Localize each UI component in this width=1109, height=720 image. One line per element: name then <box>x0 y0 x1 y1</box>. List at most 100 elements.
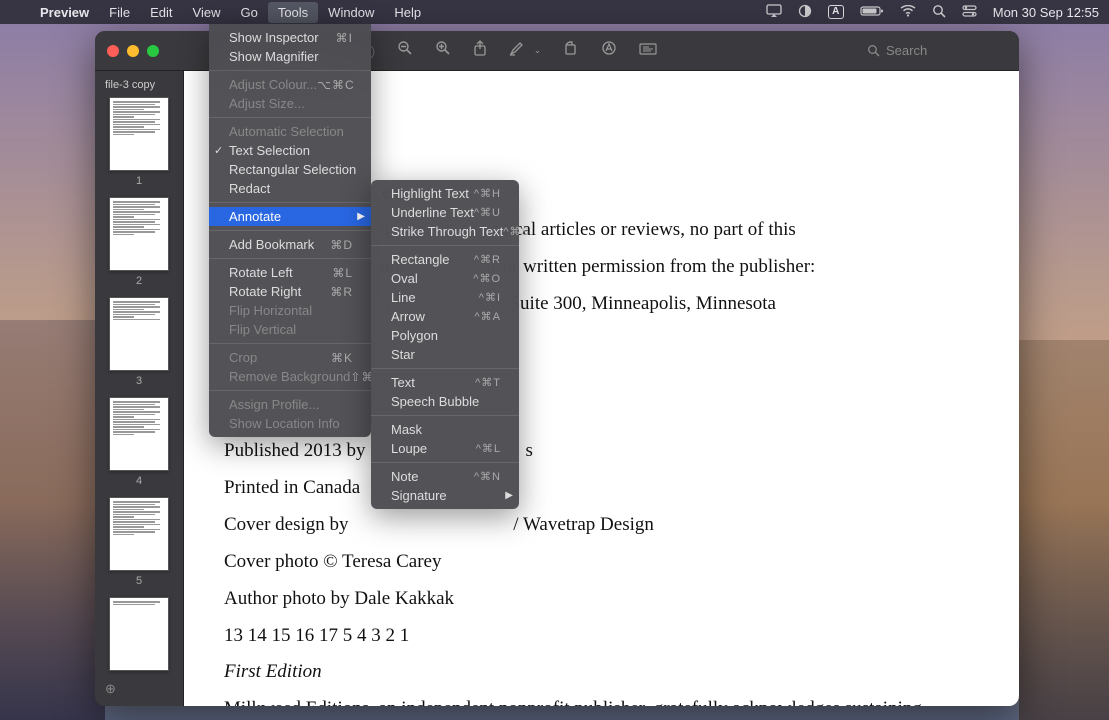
sidebar: file-3 copy 12345 ⊕ <box>95 71 184 706</box>
menu-shortcut: ⌘L <box>332 266 353 280</box>
menu-item-mask[interactable]: Mask <box>371 420 519 439</box>
menu-item-highlight-text[interactable]: Highlight Text^⌘H <box>371 184 519 203</box>
menu-item-rectangle[interactable]: Rectangle^⌘R <box>371 250 519 269</box>
wifi-icon[interactable] <box>900 4 916 20</box>
menu-go[interactable]: Go <box>230 2 267 23</box>
clock[interactable]: Mon 30 Sep 12:55 <box>993 5 1099 20</box>
menu-separator <box>209 390 371 391</box>
menu-item-underline-text[interactable]: Underline Text^⌘U <box>371 203 519 222</box>
menu-item-flip-vertical: Flip Vertical <box>209 320 371 339</box>
menu-help[interactable]: Help <box>384 2 431 23</box>
app-menu[interactable]: Preview <box>30 2 99 23</box>
menu-item-remove-background: Remove Background⇧⌘K <box>209 367 371 386</box>
menu-item-rotate-right[interactable]: Rotate Right⌘R <box>209 282 371 301</box>
menu-item-label: Underline Text <box>391 205 474 220</box>
menu-shortcut: ^⌘N <box>474 470 501 483</box>
thumbnail-page-3[interactable]: 3 <box>95 297 183 387</box>
menu-item-polygon[interactable]: Polygon <box>371 326 519 345</box>
menubar: Preview File Edit View Go Tools Window H… <box>0 0 1109 24</box>
menu-item-speech-bubble[interactable]: Speech Bubble <box>371 392 519 411</box>
control-centre-icon[interactable] <box>962 4 977 21</box>
thumbnail-number: 2 <box>95 275 183 287</box>
menu-item-flip-horizontal: Flip Horizontal <box>209 301 371 320</box>
battery-icon[interactable] <box>860 4 884 20</box>
close-button[interactable] <box>107 45 119 57</box>
menu-item-annotate[interactable]: Annotate▶ <box>209 207 371 226</box>
thumbnail-page-4[interactable]: 4 <box>95 397 183 487</box>
thumbnail-page-5[interactable]: 5 <box>95 497 183 587</box>
input-source-icon[interactable]: A <box>828 5 844 19</box>
menu-item-add-bookmark[interactable]: Add Bookmark⌘D <box>209 235 371 254</box>
thumbnail-page-2[interactable]: 2 <box>95 197 183 287</box>
menu-item-arrow[interactable]: Arrow^⌘A <box>371 307 519 326</box>
search-placeholder: Search <box>886 43 927 58</box>
zoom-out-icon[interactable] <box>397 40 413 61</box>
menu-item-show-magnifier[interactable]: Show Magnifier <box>209 47 371 66</box>
menu-shortcut: ⌥⌘C <box>317 78 355 92</box>
control-toggle-icon[interactable] <box>798 4 812 21</box>
search-field[interactable]: Search <box>867 43 1007 58</box>
rotate-icon[interactable] <box>563 40 579 61</box>
menu-item-label: Strike Through Text <box>391 224 503 239</box>
menu-item-line[interactable]: Line^⌘I <box>371 288 519 307</box>
menu-item-text[interactable]: Text^⌘T <box>371 373 519 392</box>
submenu-arrow-icon: ▶ <box>505 490 513 501</box>
menu-window[interactable]: Window <box>318 2 384 23</box>
zoom-in-icon[interactable] <box>435 40 451 61</box>
menu-item-label: Signature <box>391 488 501 503</box>
menu-item-label: Mask <box>391 422 501 437</box>
menu-item-loupe[interactable]: Loupe^⌘L <box>371 439 519 458</box>
menu-item-signature[interactable]: Signature ▶ <box>371 486 519 505</box>
menu-item-crop: Crop⌘K <box>209 348 371 367</box>
highlight-icon[interactable] <box>509 40 524 61</box>
checkmark-icon: ✓ <box>214 144 223 157</box>
menu-item-rotate-left[interactable]: Rotate Left⌘L <box>209 263 371 282</box>
menu-item-label: Automatic Selection <box>229 124 353 139</box>
thumbnail-page-1[interactable]: 1 <box>95 97 183 187</box>
markup-icon[interactable] <box>601 40 617 61</box>
menu-item-strike-through-text[interactable]: Strike Through Text^⌘S <box>371 222 519 241</box>
menu-tools[interactable]: Tools <box>268 2 318 23</box>
menu-item-redact[interactable]: Redact <box>209 179 371 198</box>
minimize-button[interactable] <box>127 45 139 57</box>
menu-separator <box>209 258 371 259</box>
menu-shortcut: ⌘K <box>331 351 353 365</box>
menu-shortcut: ⌘I <box>336 31 353 45</box>
menu-item-show-inspector[interactable]: Show Inspector⌘I <box>209 28 371 47</box>
menu-item-label: Note <box>391 469 474 484</box>
menu-item-star[interactable]: Star <box>371 345 519 364</box>
spotlight-icon[interactable] <box>932 4 946 21</box>
add-page-icon[interactable]: ⊕ <box>105 681 116 697</box>
menu-item-label: Speech Bubble <box>391 394 501 409</box>
menu-item-oval[interactable]: Oval^⌘O <box>371 269 519 288</box>
menu-file[interactable]: File <box>99 2 140 23</box>
thumbnail-page-6[interactable] <box>95 597 183 671</box>
menu-edit[interactable]: Edit <box>140 2 182 23</box>
menu-item-text-selection[interactable]: ✓Text Selection <box>209 141 371 160</box>
annotate-submenu: Highlight Text^⌘HUnderline Text^⌘UStrike… <box>371 180 519 509</box>
menu-separator <box>209 202 371 203</box>
menu-shortcut: ^⌘S <box>503 225 530 238</box>
submenu-arrow-icon: ▶ <box>357 211 365 222</box>
form-icon[interactable] <box>639 42 657 60</box>
menu-shortcut: ⌘R <box>330 285 353 299</box>
share-icon[interactable] <box>473 40 487 62</box>
menu-item-label: Flip Vertical <box>229 322 353 337</box>
menu-view[interactable]: View <box>183 2 231 23</box>
menu-item-rectangular-selection[interactable]: Rectangular Selection <box>209 160 371 179</box>
menu-item-adjust-colour: Adjust Colour...⌥⌘C <box>209 75 371 94</box>
menu-shortcut: ^⌘T <box>475 376 501 389</box>
menu-item-note[interactable]: Note^⌘N <box>371 467 519 486</box>
menu-item-label: Add Bookmark <box>229 237 330 252</box>
screen-mirroring-icon[interactable] <box>766 4 782 20</box>
zoom-button[interactable] <box>147 45 159 57</box>
thumbnail-number: 1 <box>95 175 183 187</box>
menu-item-automatic-selection: Automatic Selection <box>209 122 371 141</box>
tools-menu: Show Inspector⌘IShow Magnifier Adjust Col… <box>209 24 371 437</box>
highlight-dropdown-icon[interactable]: ⌄ <box>534 45 542 56</box>
menu-shortcut: ^⌘O <box>473 272 501 285</box>
menu-item-label: Crop <box>229 350 331 365</box>
thumbnail-number: 3 <box>95 375 183 387</box>
menu-item-label: Redact <box>229 181 353 196</box>
menu-separator <box>209 70 371 71</box>
